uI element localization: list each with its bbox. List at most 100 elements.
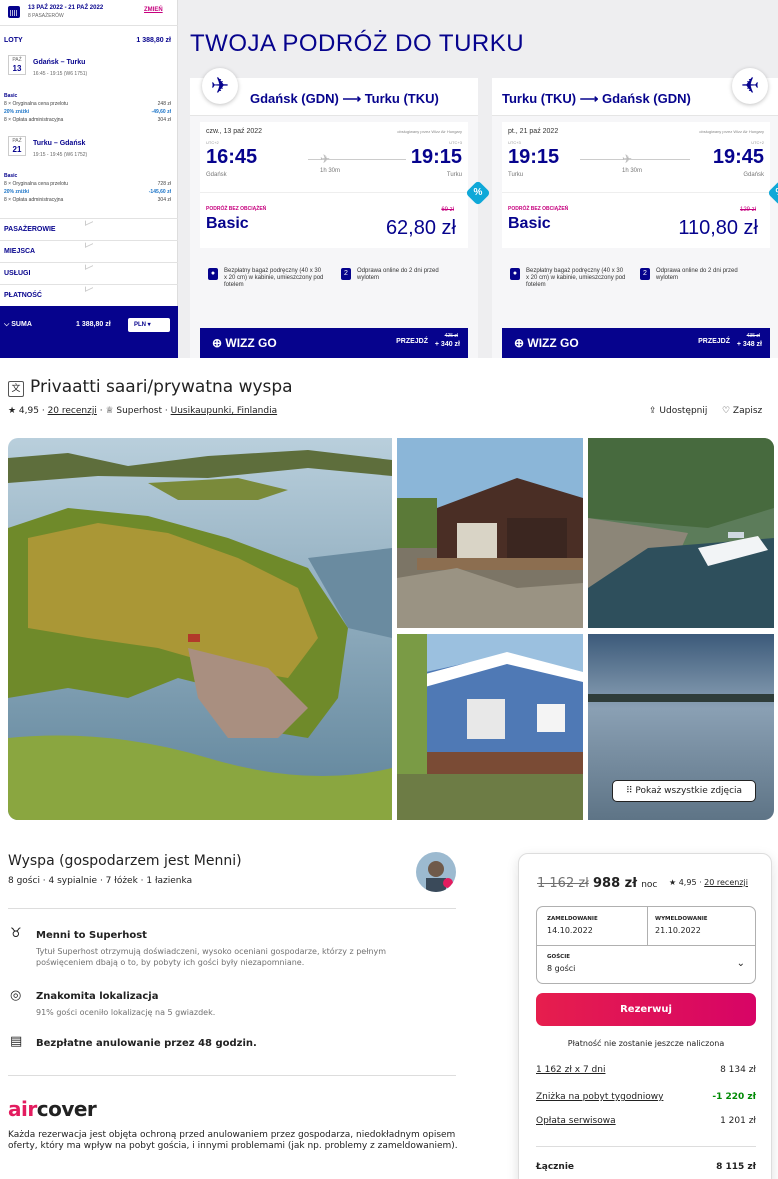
dep-city: Turku <box>508 172 524 178</box>
checkin-icon: 2 <box>640 268 650 280</box>
reviews-link[interactable]: 20 recenzji <box>704 878 748 887</box>
total-row: Łącznie 8 115 zł <box>536 1162 756 1172</box>
checkout-field[interactable]: 21.10.2022 <box>655 926 701 935</box>
calendar-icon: ▤ <box>10 1034 23 1049</box>
no-charge-note: Płatność nie zostanie jeszcze naliczona <box>567 1039 725 1048</box>
dep-tz: UTC+3 <box>508 140 521 145</box>
fare-price: 110,80 zł <box>678 217 758 239</box>
reviews-link[interactable]: 20 recenzji <box>48 406 97 416</box>
checkin-field[interactable]: 14.10.2022 <box>547 926 593 935</box>
show-all-photos-button[interactable]: ⠿ Pokaż wszystkie zdjęcia <box>612 780 756 802</box>
aircover-description: Każda rezerwacja jest objęta ochroną prz… <box>8 1130 458 1151</box>
flight-route: Turku (TKU) ⟶ Gdańsk (GDN) <box>502 91 691 106</box>
outbound-line: 8 × Oryginalna cena przelotu 248 zł <box>4 101 171 107</box>
highlight-desc: Tytuł Superhost otrzymują doświadczeni, … <box>36 947 387 967</box>
trip-dates: 13 PAŹ 2022 - 21 PAŹ 2022 <box>28 5 104 11</box>
wizz-go-label: ⊕ WIZZ GO <box>212 336 277 350</box>
outbound-discount-line: 20% zniżki -49,60 zł <box>4 109 171 115</box>
chevron-down-icon[interactable]: ⌄ <box>737 958 745 969</box>
total-summary[interactable]: ⌵ SUMA 1 388,80 zł PLN ▾ <box>0 306 178 358</box>
go-price: + 348 zł <box>736 341 762 348</box>
wizz-go-button[interactable]: ⊕ WIZZ GO PRZEJDŹ 435 zł + 348 zł <box>502 328 770 358</box>
fare-label: PODRÓŻ BEZ OBCIĄŻEŃ <box>206 206 267 212</box>
outbound-line: 8 × Opłata administracyjna 304 zł <box>4 117 171 123</box>
photo-main-island[interactable] <box>8 438 392 820</box>
share-button[interactable]: ⇪ Udostępnij <box>649 406 707 416</box>
dep-tz: UTC+2 <box>206 140 219 145</box>
fare-price: 62,80 zł <box>385 217 456 239</box>
photo-cabin-porch[interactable] <box>397 438 583 628</box>
dep-city: Gdańsk <box>206 172 227 178</box>
wizz-go-button[interactable]: ⊕ WIZZ GO PRZEJDŹ 425 zł + 340 zł <box>200 328 468 358</box>
operator: obsługiwany przez Wizz Air Hungary <box>699 129 764 134</box>
fare-label: PODRÓŻ BEZ OBCIĄŻEŃ <box>508 206 569 212</box>
highlight-title: Znakomita lokalizacja <box>36 991 159 1002</box>
accordion-services[interactable]: USŁUGI <box>0 261 178 284</box>
fare-box[interactable]: PODRÓŻ BEZ OBCIĄŻEŃ Basic 69 zł 62,80 zł <box>200 192 468 248</box>
operator: obsługiwany przez Wizz Air Hungary <box>397 129 462 134</box>
accordion-seats[interactable]: MIEJSCA <box>0 239 178 262</box>
accordion-passengers[interactable]: PASAŻEROWIE <box>0 217 178 240</box>
change-link[interactable]: ZMIEŃ <box>144 7 163 13</box>
feature-cabin-bag: Bezpłatny bagaż podręczny (40 x 30 x 20 … <box>526 268 626 288</box>
flight-route: Gdańsk (GDN) ⟶ Turku (TKU) <box>250 91 439 106</box>
divider <box>8 908 456 909</box>
accordion-payment[interactable]: PŁATNOŚĆ <box>0 283 178 306</box>
plane-icon: ✈ <box>622 152 633 166</box>
flights-total: 1 388,80 zł <box>136 37 171 44</box>
save-button[interactable]: ♡ Zapisz <box>722 406 762 416</box>
departure-time: 16:45 <box>206 146 258 168</box>
discount-badge-icon: % <box>465 180 491 206</box>
go-action: PRZEJDŹ <box>396 338 428 345</box>
go-price: + 340 zł <box>434 341 460 348</box>
guests-select[interactable]: 8 gości <box>547 964 575 973</box>
inbound-discount-line: 20% zniżki -145,60 zł <box>4 189 171 195</box>
flights-label: LOTY <box>4 37 23 44</box>
discount-row: Zniżka na pobyt tygodniowy -1 220 zł <box>536 1092 756 1102</box>
arr-city: Gdańsk <box>743 172 764 178</box>
checkin-label: ZAMELDOWANIE <box>547 916 598 922</box>
listing-title: 文 Privaatti saari/prywatna wyspa <box>8 377 293 397</box>
feature-online-checkin: Odprawa online do 2 dni przed wylotem <box>357 268 439 281</box>
fare-box[interactable]: PODRÓŻ BEZ OBCIĄŻEŃ Basic 129 zł 110,80 … <box>502 192 770 248</box>
outbound-fare-name: Basic <box>4 93 18 99</box>
arr-tz: UTC+2 <box>751 140 764 145</box>
calendar-icon <box>8 6 20 18</box>
flight-card-return: Turku (TKU) ⟶ Gdańsk (GDN) ✈ pt., 21 paź… <box>492 68 778 358</box>
location-link[interactable]: Uusikaupunki, Finlandia <box>171 406 277 416</box>
currency-select[interactable]: PLN ▾ <box>128 318 170 332</box>
checkout-label: WYMELDOWANIE <box>655 916 708 922</box>
booking-card: 1 162 zł 988 zł noc ★ 4,95 · 20 recenzji… <box>518 853 772 1179</box>
photo-blue-cottage[interactable] <box>397 634 583 820</box>
old-price: 129 zł <box>739 207 756 213</box>
highlight-title: Bezpłatne anulowanie przez 48 godzin. <box>36 1038 257 1049</box>
flight-card-outbound: Gdańsk (GDN) ⟶ Turku (TKU) ✈ czw., 13 pa… <box>190 68 491 358</box>
flight-times: czw., 13 paź 2022 obsługiwany przez Wizz… <box>200 122 468 192</box>
translate-icon: 文 <box>8 381 24 397</box>
cabin-bag-icon: ● <box>208 268 218 280</box>
divider <box>536 1146 756 1147</box>
superhost-icon: ♉ <box>10 926 22 941</box>
inbound-fare-name: Basic <box>4 173 18 179</box>
host-title: Wyspa (gospodarzem jest Menni) <box>8 853 242 869</box>
flight-date: pt., 21 paź 2022 <box>508 128 559 135</box>
plane-icon: ✈ <box>320 152 331 166</box>
reserve-button[interactable]: Rezerwuj <box>536 993 756 1026</box>
arrival-time: 19:15 <box>410 146 462 168</box>
feature-online-checkin: Odprawa online do 2 dni przed wylotem <box>656 268 738 281</box>
wizz-go-label: ⊕ WIZZ GO <box>514 336 579 350</box>
old-price: 69 zł <box>441 207 454 213</box>
divider <box>8 1075 456 1076</box>
outbound-date-box: PAŹ 13 <box>8 55 26 75</box>
chevron-down-icon <box>85 217 93 226</box>
arr-city: Turku <box>446 172 462 178</box>
chevron-down-icon <box>85 239 93 248</box>
host-avatar[interactable] <box>416 852 456 892</box>
inbound-route: Turku – Gdańsk <box>33 140 86 147</box>
trip-main: TWOJA PODRÓŻ DO TURKU Gdańsk (GDN) ⟶ Tur… <box>178 0 778 358</box>
flight-date: czw., 13 paź 2022 <box>206 128 263 135</box>
fare-name: Basic <box>508 215 551 232</box>
photo-boat-dock[interactable] <box>588 438 774 628</box>
flight-duration: 1h 30m <box>320 168 341 174</box>
fare-name: Basic <box>206 215 249 232</box>
